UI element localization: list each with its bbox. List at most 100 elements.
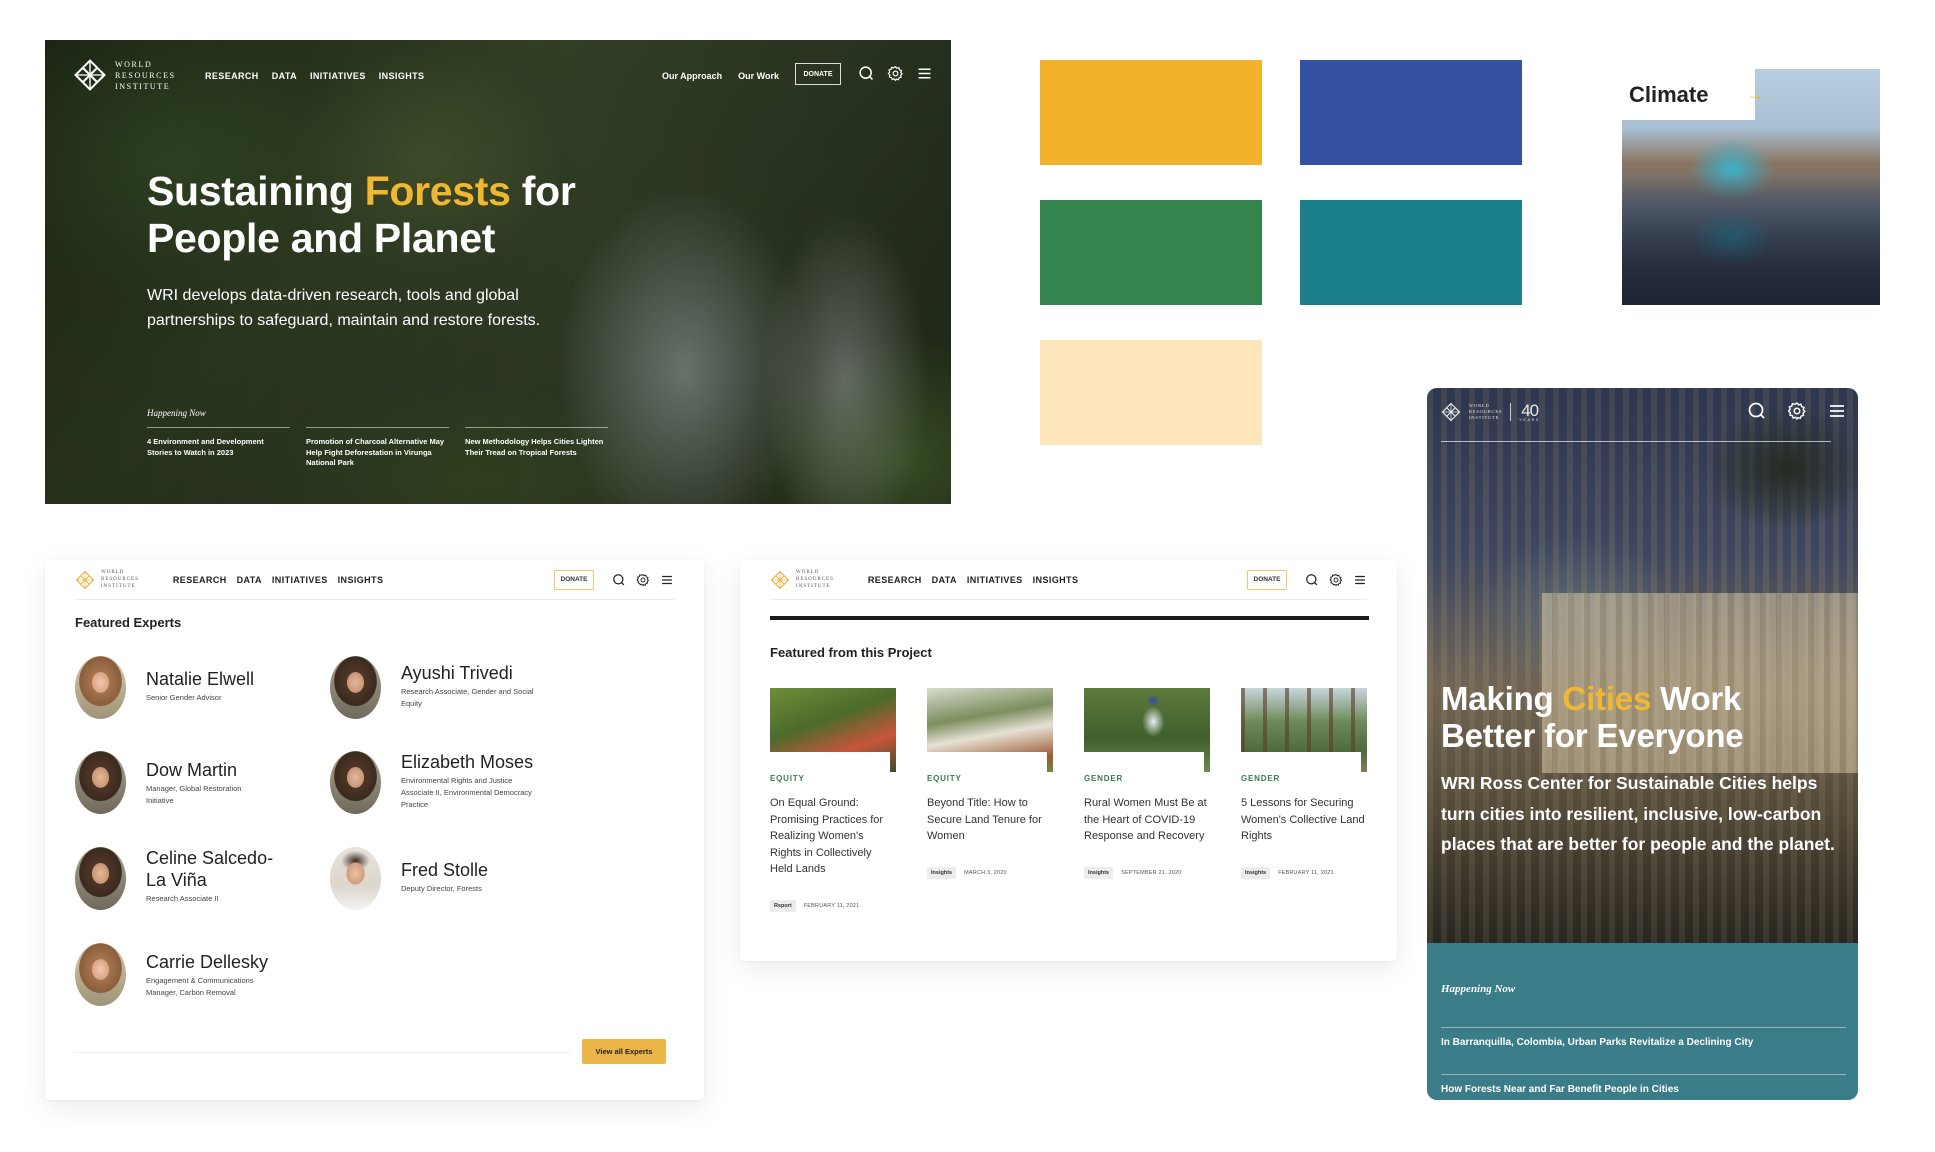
news-item[interactable]: How Forests Near and Far Benefit People … <box>1441 1074 1846 1095</box>
card-title[interactable]: Rural Women Must Be at the Heart of COVI… <box>1084 795 1210 845</box>
expert-name: Natalie Elwell <box>146 669 255 689</box>
anniversary-number: 40 <box>1521 401 1539 420</box>
news-item[interactable]: In Barranquilla, Colombia, Urban Parks R… <box>1441 1027 1846 1048</box>
nav-initiatives[interactable]: INITIATIVES <box>310 71 366 81</box>
menu-icon[interactable] <box>1827 401 1847 421</box>
project-card[interactable]: EQUITY On Equal Ground: Promising Practi… <box>770 688 896 912</box>
expert-name: Fred Stolle <box>401 860 489 880</box>
nav-data[interactable]: DATA <box>237 575 262 585</box>
search-icon[interactable] <box>612 573 626 587</box>
card-title[interactable]: On Equal Ground: Promising Practices for… <box>770 795 896 878</box>
card-title[interactable]: Beyond Title: How to Secure Land Tenure … <box>927 795 1053 845</box>
project-card[interactable]: GENDER 5 Lessons for Securing Women's Co… <box>1241 688 1367 912</box>
hero-title-accent: Forests <box>364 168 511 214</box>
logo-line-3: INSTITUTE <box>1469 415 1500 421</box>
logo-line-2: RESOURCES <box>115 70 176 80</box>
header-divider <box>1441 441 1831 442</box>
expert-card[interactable]: Fred Stolle Deputy Director, Forests <box>330 847 488 910</box>
search-icon[interactable] <box>858 65 875 82</box>
logo-line-2: RESOURCES <box>101 577 139 582</box>
donate-button[interactable]: DONATE <box>795 63 841 85</box>
nav-research[interactable]: RESEARCH <box>173 575 227 585</box>
wri-logo[interactable]: WORLD RESOURCES INSTITUTE <box>770 569 834 590</box>
swatch-teal <box>1300 200 1522 305</box>
nav-data[interactable]: DATA <box>272 71 297 81</box>
card-category: EQUITY <box>927 774 962 783</box>
content-type-tag[interactable]: Insights <box>927 866 957 879</box>
title-part: Making <box>1441 680 1563 717</box>
donate-button[interactable]: DONATE <box>1247 569 1287 590</box>
nav-insights[interactable]: INSIGHTS <box>1033 575 1079 585</box>
expert-role: Engagement & Communications Manager, Car… <box>146 976 254 997</box>
avatar <box>330 751 381 814</box>
avatar <box>75 847 126 910</box>
expert-name: Carrie Dellesky <box>146 952 269 972</box>
expert-card[interactable]: Dow Martin Manager, Global Restoration I… <box>75 751 266 814</box>
nav-our-work[interactable]: Our Work <box>738 71 779 81</box>
news-item[interactable]: Promotion of Charcoal Alternative May He… <box>306 427 449 469</box>
gear-icon[interactable] <box>1329 573 1343 587</box>
hero-title-line2: People and Planet <box>147 215 496 261</box>
news-item[interactable]: 4 Environment and Development Stories to… <box>147 427 290 469</box>
nav-initiatives[interactable]: INITIATIVES <box>967 575 1023 585</box>
avatar <box>330 656 381 719</box>
expert-name: Ayushi Trivedi <box>401 663 513 683</box>
happening-now-label: Happening Now <box>147 408 206 418</box>
gear-icon[interactable] <box>636 573 650 587</box>
content-type-tag[interactable]: Insights <box>1241 866 1271 879</box>
climate-card[interactable]: Climate → <box>1622 69 1880 305</box>
search-icon[interactable] <box>1305 573 1319 587</box>
wri-logo[interactable]: WORLD RESOURCES INSTITUTE <box>75 569 139 590</box>
swatch-cream <box>1040 340 1262 445</box>
card-category: EQUITY <box>770 774 805 783</box>
wri-logo[interactable]: WORLD RESOURCES INSTITUTE <box>73 58 176 92</box>
expert-role: Environmental Rights and Justice Associa… <box>401 776 532 809</box>
nav-initiatives[interactable]: INITIATIVES <box>272 575 328 585</box>
search-icon[interactable] <box>1747 401 1767 421</box>
logo-text: WORLD RESOURCES INSTITUTE <box>115 59 176 92</box>
expert-role: Manager, Global Restoration Initiative <box>146 784 242 805</box>
content-type-tag[interactable]: Report <box>770 899 796 912</box>
nav-insights[interactable]: INSIGHTS <box>338 575 384 585</box>
content-type-tag[interactable]: Insights <box>1084 866 1114 879</box>
divider <box>75 1052 570 1053</box>
gear-icon[interactable] <box>887 65 904 82</box>
expert-card[interactable]: Carrie Dellesky Engagement & Communicati… <box>75 943 281 1006</box>
expert-card[interactable]: Ayushi Trivedi Research Associate, Gende… <box>330 656 536 719</box>
menu-icon[interactable] <box>1353 573 1367 587</box>
logo-line-2: RESOURCES <box>796 577 834 582</box>
card-meta: Insights FEBRUARY 11, 2021 <box>1241 866 1367 879</box>
logo-line-3: INSTITUTE <box>101 584 136 589</box>
nav-our-approach[interactable]: Our Approach <box>662 71 722 81</box>
menu-icon[interactable] <box>916 65 933 82</box>
expert-card[interactable]: Natalie Elwell Senior Gender Advisor <box>75 656 266 719</box>
card-image <box>770 688 896 772</box>
logo-line-1: WORLD <box>796 570 820 575</box>
view-all-experts-button[interactable]: View all Experts <box>582 1039 666 1064</box>
swatch-yellow <box>1040 60 1262 165</box>
gear-icon[interactable] <box>1787 401 1807 421</box>
wri-40-years-logo[interactable]: WORLD RESOURCES INSTITUTE 40 YEARS <box>1441 402 1540 423</box>
project-card-list: EQUITY On Equal Ground: Promising Practi… <box>770 688 1367 912</box>
expert-role: Research Associate II <box>146 894 219 903</box>
header-icons <box>612 573 674 587</box>
donate-button[interactable]: DONATE <box>554 569 594 590</box>
card-category: GENDER <box>1241 774 1281 783</box>
nav-insights[interactable]: INSIGHTS <box>379 71 425 81</box>
logo-line-3: INSTITUTE <box>115 81 171 91</box>
expert-card[interactable]: Elizabeth Moses Environmental Rights and… <box>330 751 541 814</box>
card-title[interactable]: 5 Lessons for Securing Women's Collectiv… <box>1241 795 1367 845</box>
nav-research[interactable]: RESEARCH <box>868 575 922 585</box>
project-card[interactable]: GENDER Rural Women Must Be at the Heart … <box>1084 688 1210 912</box>
news-item[interactable]: New Methodology Helps Cities Lighten The… <box>465 427 608 469</box>
card-image <box>1241 688 1367 772</box>
nav-research[interactable]: RESEARCH <box>205 71 259 81</box>
logo-separator <box>1510 403 1512 422</box>
happening-now-list: 4 Environment and Development Stories to… <box>147 427 608 469</box>
card-image <box>927 688 1053 772</box>
expert-card[interactable]: Celine Salcedo-La Viña Research Associat… <box>75 847 286 910</box>
nav-data[interactable]: DATA <box>932 575 957 585</box>
mobile-hero-title: Making Cities Work Better for Everyone <box>1441 680 1744 754</box>
project-card[interactable]: EQUITY Beyond Title: How to Secure Land … <box>927 688 1053 912</box>
menu-icon[interactable] <box>660 573 674 587</box>
